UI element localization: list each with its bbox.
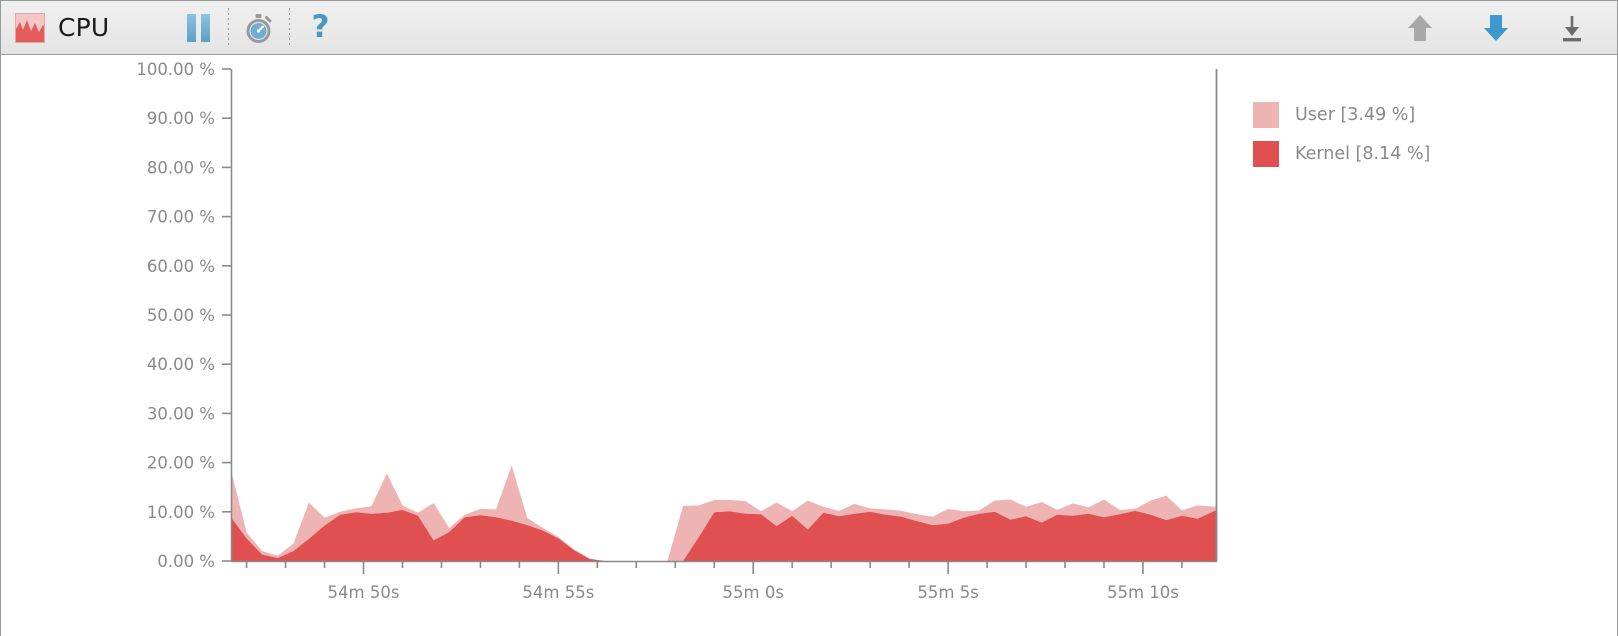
x-axis-ticks (245, 561, 1183, 574)
legend-swatch-user (1253, 102, 1279, 128)
stopwatch-icon (246, 13, 272, 43)
legend-swatch-kernel (1253, 141, 1279, 167)
arrow-up-icon (1408, 14, 1432, 41)
cpu-monitor-window: CPU ? 0.00 % 10.00 % 20.00 % 30.00 % 40.… (0, 0, 1618, 636)
svg-text:40.00 %: 40.00 % (147, 355, 215, 374)
jump-to-end-button[interactable] (1549, 7, 1595, 49)
pause-button[interactable] (175, 7, 221, 49)
scroll-up-button[interactable] (1397, 7, 1443, 49)
toolbar-left-group: CPU ? (1, 7, 343, 49)
download-to-line-icon (1563, 15, 1581, 41)
timer-button[interactable] (236, 7, 282, 49)
svg-text:80.00 %: 80.00 % (147, 158, 215, 177)
svg-text:100.00 %: 100.00 % (136, 60, 215, 79)
svg-text:50.00 %: 50.00 % (147, 306, 215, 325)
svg-text:60.00 %: 60.00 % (147, 257, 215, 276)
toolbar-buttons: ? (175, 7, 343, 49)
x-axis-labels: 54m 50s 54m 55s 55m 0s 55m 5s 55m 10s (328, 583, 1179, 602)
legend-label-kernel: Kernel [8.14 %] (1295, 144, 1431, 164)
question-mark-icon: ? (311, 9, 330, 45)
legend-item-kernel[interactable]: Kernel [8.14 %] (1253, 138, 1430, 170)
svg-text:0.00 %: 0.00 % (157, 552, 215, 571)
toolbar: CPU ? (1, 1, 1617, 55)
toolbar-separator-2 (289, 7, 291, 48)
legend-label-user: User [3.49 %] (1295, 105, 1416, 125)
y-axis-labels: 0.00 % 10.00 % 20.00 % 30.00 % 40.00 % 50.00 … (136, 60, 215, 571)
toolbar-separator-1 (228, 7, 230, 48)
area-kernel (231, 509, 1217, 561)
pause-icon (186, 13, 210, 42)
help-button[interactable]: ? (297, 7, 343, 49)
svg-text:10.00 %: 10.00 % (147, 503, 215, 522)
area-chart-icon (15, 12, 45, 43)
svg-text:70.00 %: 70.00 % (147, 208, 215, 227)
svg-text:55m 0s: 55m 0s (723, 583, 784, 602)
legend-item-user[interactable]: User [3.49 %] (1253, 99, 1430, 131)
svg-text:55m 10s: 55m 10s (1107, 583, 1179, 602)
scroll-down-button[interactable] (1473, 7, 1519, 49)
svg-text:54m 50s: 54m 50s (328, 583, 400, 602)
svg-text:20.00 %: 20.00 % (147, 454, 215, 473)
svg-text:90.00 %: 90.00 % (147, 109, 215, 128)
chart-series-areas (231, 465, 1217, 561)
svg-text:30.00 %: 30.00 % (147, 404, 215, 423)
y-axis-ticks (222, 68, 231, 562)
toolbar-right-group (1397, 7, 1617, 49)
chart-legend: User [3.49 %] Kernel [8.14 %] (1253, 99, 1430, 177)
page-title: CPU (58, 13, 110, 42)
arrow-down-icon (1484, 14, 1508, 41)
svg-text:55m 5s: 55m 5s (917, 583, 978, 602)
svg-text:54m 55s: 54m 55s (522, 583, 594, 602)
